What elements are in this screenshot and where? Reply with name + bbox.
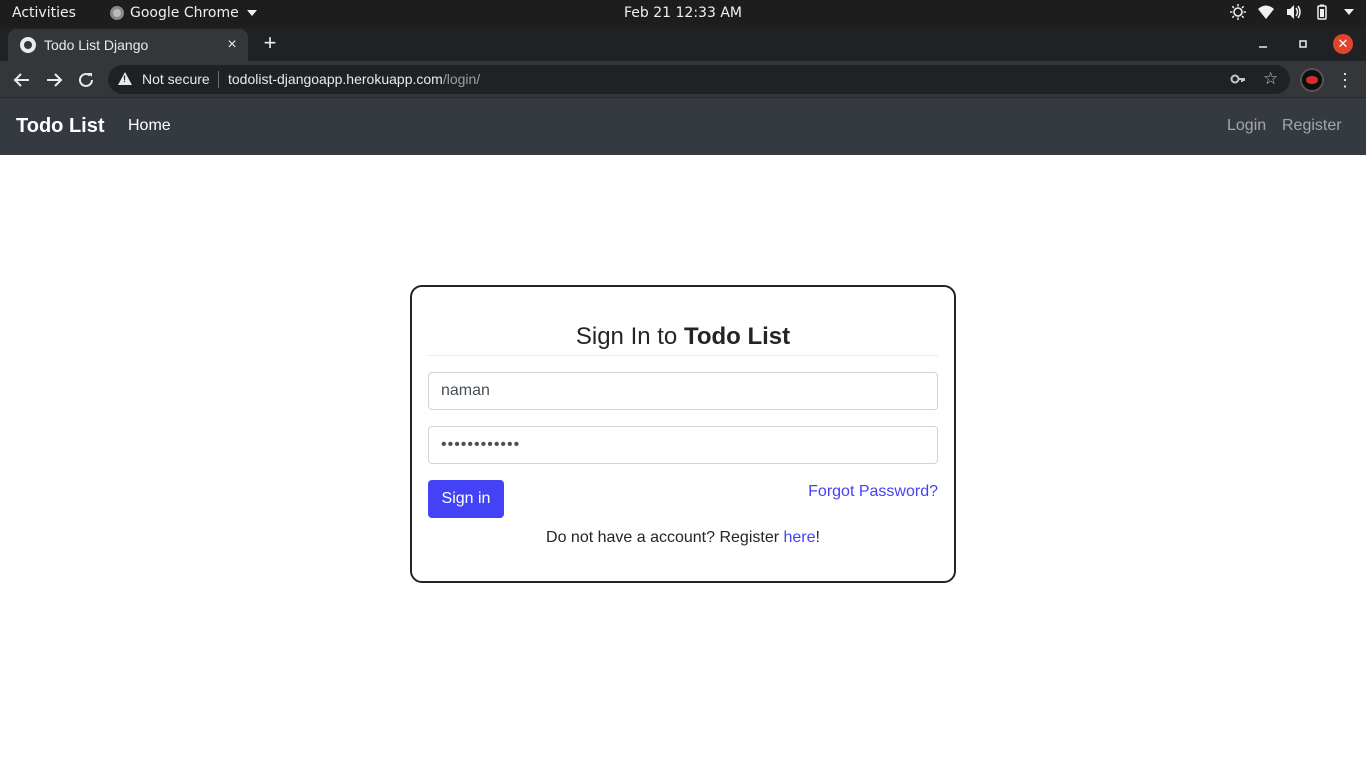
nav-link-home[interactable]: Home [128,117,171,135]
new-tab-button[interactable]: + [258,31,282,55]
back-icon[interactable] [10,68,34,92]
security-label[interactable]: Not secure [142,71,210,87]
address-bar[interactable]: Not secure todolist-djangoapp.herokuapp.… [108,65,1290,94]
key-icon[interactable] [1230,71,1246,90]
minimize-icon[interactable] [1251,33,1275,55]
login-title-prefix: Sign In to [575,323,684,350]
login-title-app: Todo List [683,323,791,350]
clock[interactable]: Feb 21 12:33 AM [0,5,1366,21]
nav-link-login[interactable]: Login [1227,117,1266,135]
login-title: Sign In to Todo List [428,323,938,351]
register-prompt-text: Do not have a account? Register [546,529,784,546]
menu-kebab-icon[interactable]: ⋮ [1336,68,1354,92]
reload-icon[interactable] [74,68,98,92]
volume-icon [1286,4,1302,20]
navbar-brand[interactable]: Todo List [16,115,105,138]
tab-title: Todo List Django [44,37,149,53]
url-text[interactable]: todolist-djangoapp.herokuapp.com/login/ [228,71,480,87]
star-icon[interactable]: ☆ [1263,69,1278,89]
omnibox-divider [218,71,219,88]
site-navbar: Todo List Home Login Register [0,98,1366,155]
tab-close-icon[interactable]: × [220,36,244,54]
title-divider [428,355,938,356]
url-host: todolist-djangoapp.herokuapp.com [228,71,443,87]
forward-icon[interactable] [42,68,66,92]
browser-tabstrip: Todo List Django × + [0,27,1366,61]
password-input[interactable]: •••••••••••• [428,426,938,464]
browser-tab[interactable]: Todo List Django × [8,29,248,61]
brightness-icon [1230,4,1246,20]
register-prompt-suffix: ! [815,529,820,546]
maximize-icon[interactable] [1291,33,1315,55]
os-top-bar: Activities Google Chrome Feb 21 12:33 AM [0,0,1366,27]
login-card: Sign In to Todo List naman •••••••••••• … [410,285,956,583]
forgot-password-link[interactable]: Forgot Password? [808,483,938,501]
globe-favicon [20,37,36,53]
username-input[interactable]: naman [428,372,938,410]
sign-in-button[interactable]: Sign in [428,480,504,518]
browser-toolbar: Not secure todolist-djangoapp.herokuapp.… [0,61,1366,98]
register-prompt: Do not have a account? Register here! [428,529,938,547]
register-here-link[interactable]: here [784,529,816,546]
url-path: /login/ [442,71,481,87]
close-icon[interactable]: ✕ [1333,34,1353,54]
warning-icon[interactable] [118,72,132,85]
wifi-icon [1258,4,1274,20]
nav-link-register[interactable]: Register [1282,117,1342,135]
profile-avatar[interactable] [1300,68,1324,92]
battery-icon [1314,4,1330,20]
chevron-down-icon [1344,9,1354,15]
system-tray[interactable] [1230,4,1354,20]
